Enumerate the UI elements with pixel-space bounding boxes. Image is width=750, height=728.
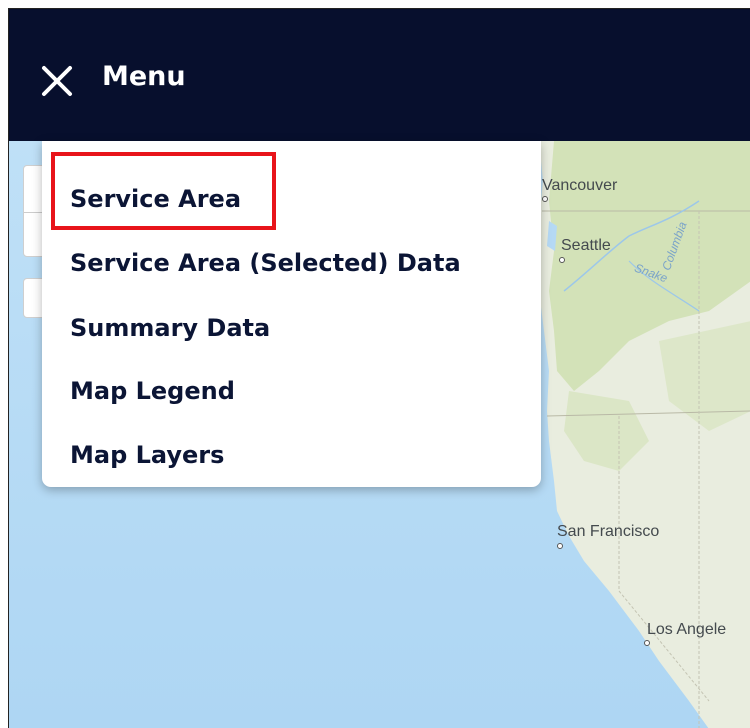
seattle-marker	[559, 257, 565, 263]
menu-item-summary-data[interactable]: Summary Data	[70, 305, 270, 351]
city-label-vancouver: Vancouver	[542, 177, 618, 194]
close-icon	[42, 66, 72, 96]
close-menu-button[interactable]	[39, 63, 75, 99]
menu-item-map-legend[interactable]: Map Legend	[70, 368, 235, 414]
city-label-los-angeles: Los Angele	[647, 621, 727, 638]
city-label-san-francisco: San Francisco	[557, 523, 660, 540]
app-frame: Menu Vancouver Seattle Columbia Snake Sa…	[8, 8, 750, 728]
menu-item-service-area-selected-data[interactable]: Service Area (Selected) Data	[70, 240, 461, 286]
san-francisco-marker	[557, 543, 563, 549]
city-label-seattle: Seattle	[561, 237, 611, 254]
menu-header: Menu	[9, 9, 750, 141]
menu-title: Menu	[102, 61, 186, 92]
highlight-box	[51, 152, 276, 230]
menu-item-map-layers[interactable]: Map Layers	[70, 432, 224, 478]
vancouver-marker	[542, 196, 548, 202]
los-angeles-marker	[644, 640, 650, 646]
